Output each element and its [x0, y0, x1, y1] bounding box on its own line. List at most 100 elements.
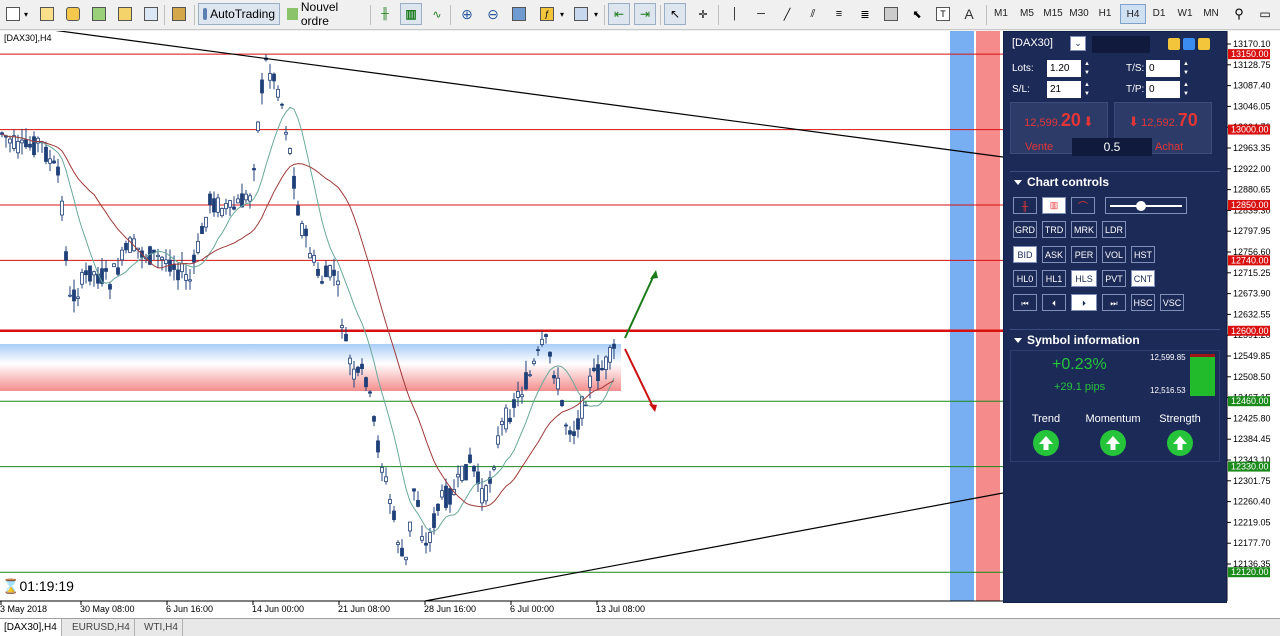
dropdown-arrow-icon[interactable]: ▾ — [22, 3, 30, 25]
terminal-icon[interactable] — [140, 3, 162, 25]
symbol-dropdown-chevron-icon[interactable]: ⌄ — [1070, 36, 1086, 51]
bar-chart-icon[interactable]: ╫ — [374, 3, 396, 25]
link-icon[interactable] — [1168, 38, 1180, 50]
auto-scroll-icon[interactable]: ⇤ — [608, 3, 630, 25]
vertical-line-icon[interactable]: │ — [724, 3, 746, 25]
rectangle-tool-icon[interactable] — [880, 3, 902, 25]
hsc-button[interactable]: HSC — [1131, 294, 1155, 311]
candle-chart-mode-icon[interactable]: ▥ — [1042, 197, 1066, 214]
search-icon[interactable]: ⚲ — [1228, 3, 1250, 25]
dropdown-arrow-icon[interactable]: ▾ — [592, 3, 600, 25]
chart-area[interactable]: 13170.1013128.7513087.4013046.0513004.70… — [0, 31, 1280, 618]
countdown-toggle-button[interactable]: CNT — [1131, 270, 1155, 287]
tile-windows-icon[interactable] — [508, 3, 530, 25]
crosshair-icon[interactable]: ✛ — [692, 3, 714, 25]
candle-body — [396, 542, 400, 545]
tab-eurusd-h4[interactable]: EURUSD,H4 — [68, 619, 135, 636]
candle-body — [200, 226, 204, 235]
cursor-icon[interactable]: ↖ — [664, 3, 686, 25]
sl-input[interactable]: 21 — [1047, 81, 1081, 98]
chart-controls-header[interactable]: Chart controls — [1010, 171, 1220, 192]
timeframe-m30[interactable]: M30 — [1066, 4, 1092, 24]
ts-stepper-down-icon[interactable]: ▼ — [1182, 69, 1190, 77]
autotrading-button[interactable]: AutoTrading — [198, 3, 280, 25]
equidistant-channel-icon[interactable]: ⫽ — [802, 3, 824, 25]
hl1-toggle-button[interactable]: HL1 — [1042, 270, 1066, 287]
lots-input[interactable]: 1.20 — [1047, 60, 1081, 77]
horizontal-line-icon[interactable]: ─ — [750, 3, 772, 25]
sl-label: S/L: — [1012, 84, 1030, 95]
scroll-end-icon[interactable]: ⏭ — [1102, 294, 1126, 311]
strategy-tester-icon[interactable] — [168, 3, 190, 25]
chart-shift-icon[interactable]: ⇥ — [634, 3, 656, 25]
grid-toggle-button[interactable]: GRD — [1013, 221, 1037, 238]
line-chart-mode-icon[interactable]: ⌒ — [1071, 197, 1095, 214]
timeframe-m1[interactable]: M1 — [988, 4, 1014, 24]
volume-toggle-button[interactable]: VOL — [1102, 246, 1126, 263]
tp-stepper-up-icon[interactable]: ▲ — [1182, 81, 1190, 89]
tab-wti-h4[interactable]: WTI,H4 — [140, 619, 183, 636]
candle-body — [192, 254, 196, 263]
timeframe-h1[interactable]: H1 — [1092, 4, 1118, 24]
text-label-icon[interactable]: T — [932, 3, 954, 25]
market-watch-icon[interactable] — [62, 3, 84, 25]
fibonacci-retracement-icon[interactable]: ≡ — [828, 3, 850, 25]
timeframe-m5[interactable]: M5 — [1014, 4, 1040, 24]
settings-gear-icon[interactable] — [1183, 38, 1195, 50]
fibonacci-fan-icon[interactable]: ≣ — [854, 3, 876, 25]
minimize-icon[interactable] — [1198, 38, 1210, 50]
tp-stepper-down-icon[interactable]: ▼ — [1182, 90, 1190, 98]
timeframe-mn[interactable]: MN — [1198, 4, 1224, 24]
timeframe-h4[interactable]: H4 — [1120, 4, 1146, 24]
ladder-toggle-button[interactable]: LDR — [1102, 221, 1126, 238]
symbol-information-header[interactable]: Symbol information — [1010, 329, 1220, 350]
pivot-toggle-button[interactable]: PVT — [1102, 270, 1126, 287]
history-toggle-button[interactable]: HST — [1131, 246, 1155, 263]
hl0-toggle-button[interactable]: HL0 — [1013, 270, 1037, 287]
profiles-icon[interactable] — [36, 3, 58, 25]
period-toggle-button[interactable]: PER — [1071, 246, 1097, 263]
timeframe-d1[interactable]: D1 — [1146, 4, 1172, 24]
trendline-icon[interactable]: ╱ — [776, 3, 798, 25]
tab-dax30-h4[interactable]: [DAX30],H4 — [0, 619, 62, 636]
bar-chart-mode-icon[interactable]: ╫ — [1013, 197, 1037, 214]
sl-stepper-down-icon[interactable]: ▼ — [1083, 90, 1091, 98]
price-axis-label: 12508.50 — [1233, 372, 1271, 382]
sl-stepper-up-icon[interactable]: ▲ — [1083, 81, 1091, 89]
arrow-tool-icon[interactable]: ⬉ — [906, 3, 928, 25]
step-back-icon[interactable]: ⏴ — [1042, 294, 1066, 311]
chat-icon[interactable]: ▭ — [1254, 3, 1276, 25]
zoom-out-icon[interactable]: ⊖ — [482, 3, 504, 25]
new-order-button[interactable]: Nouvel ordre — [282, 0, 368, 28]
hls-toggle-button[interactable]: HLS — [1071, 270, 1097, 287]
candlestick-chart-icon[interactable]: ▥ — [400, 3, 422, 25]
text-tool-icon[interactable]: A — [958, 3, 980, 25]
scroll-start-icon[interactable]: ⏮ — [1013, 294, 1037, 311]
tp-input[interactable]: 0 — [1146, 81, 1180, 98]
ts-stepper-up-icon[interactable]: ▲ — [1182, 60, 1190, 68]
ask-toggle-button[interactable]: ASK — [1042, 246, 1066, 263]
indicators-icon[interactable]: ƒ — [536, 3, 558, 25]
vsc-button[interactable]: VSC — [1160, 294, 1184, 311]
step-forward-icon[interactable]: ⏵ — [1071, 294, 1097, 311]
candle-body — [364, 377, 368, 388]
zoom-slider-handle[interactable] — [1136, 200, 1146, 211]
new-chart-icon[interactable] — [2, 3, 24, 25]
navigator-icon[interactable] — [114, 3, 136, 25]
timeframe-w1[interactable]: W1 — [1172, 4, 1198, 24]
dropdown-arrow-icon[interactable]: ▾ — [558, 3, 566, 25]
line-chart-icon[interactable]: ∿ — [426, 3, 448, 25]
data-window-icon[interactable] — [88, 3, 110, 25]
market-toggle-button[interactable]: MRK — [1071, 221, 1097, 238]
bid-toggle-button[interactable]: BID — [1013, 246, 1037, 263]
ts-input[interactable]: 0 — [1146, 60, 1180, 77]
timeframe-m15[interactable]: M15 — [1040, 4, 1066, 24]
bearish-projection-arrow — [624, 348, 654, 408]
lots-stepper-down-icon[interactable]: ▼ — [1083, 69, 1091, 77]
zoom-in-icon[interactable]: ⊕ — [456, 3, 478, 25]
templates-icon[interactable] — [570, 3, 592, 25]
trades-toggle-button[interactable]: TRD — [1042, 221, 1066, 238]
lots-stepper-up-icon[interactable]: ▲ — [1083, 60, 1091, 68]
zoom-slider[interactable] — [1105, 197, 1187, 214]
symbol-search-box[interactable] — [1092, 36, 1150, 53]
